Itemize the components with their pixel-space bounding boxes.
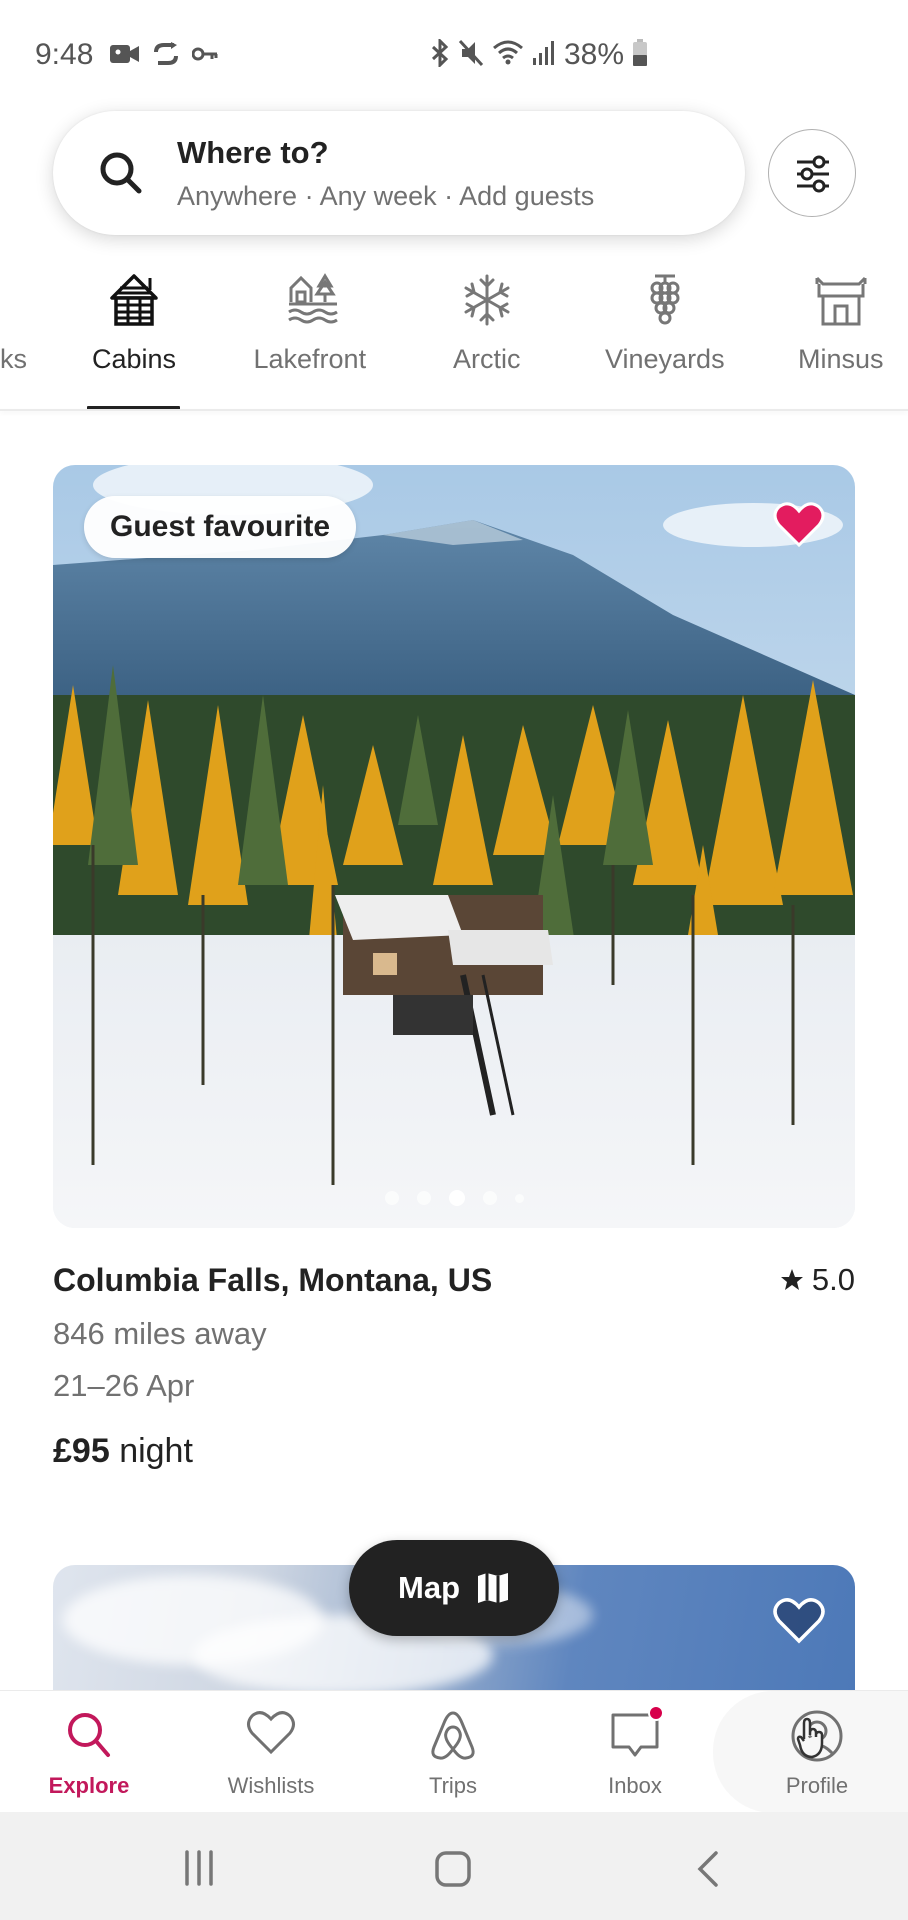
status-bar: 9:48 38% (0, 0, 908, 95)
signal-icon (532, 40, 556, 71)
notification-badge (648, 1705, 664, 1721)
price-unit: night (119, 1432, 193, 1470)
key-icon (191, 45, 218, 68)
lakefront-icon (288, 273, 338, 324)
guest-favourite-badge: Guest favourite (84, 496, 357, 558)
category-label: Minsus (798, 344, 884, 374)
system-navigation-bar (0, 1812, 908, 1920)
battery-percent: 38% (564, 38, 625, 71)
listing-distance: 846 miles away (53, 1316, 267, 1351)
status-time: 9:48 (35, 38, 94, 71)
home-icon[interactable] (434, 1850, 472, 1888)
filters-button[interactable] (768, 129, 856, 217)
nav-label: Inbox (608, 1773, 662, 1798)
nav-label: Profile (785, 1773, 849, 1798)
airbnb-logo-icon (431, 1711, 475, 1760)
map-button-label: Map (398, 1570, 460, 1605)
category-label: Vineyards (605, 344, 725, 374)
listing-photo[interactable]: Guest favourite (53, 465, 855, 1228)
listing-dates: 21–26 Apr (53, 1368, 195, 1403)
category-label: ks (0, 344, 27, 374)
pagination-dot (384, 1191, 399, 1205)
search-subtitle: Anywhere · Any week · Add guests (177, 181, 595, 211)
bottom-navigation: Explore Wishlists Trips Inbox Profile (0, 1690, 908, 1813)
divider (0, 409, 908, 411)
nav-wishlists[interactable]: Wishlists (196, 1691, 346, 1813)
map-icon (478, 1573, 508, 1603)
nav-profile[interactable]: Profile (742, 1691, 892, 1813)
pagination-dot (482, 1191, 497, 1205)
star-icon (780, 1269, 803, 1290)
battery-icon (632, 38, 648, 72)
sync-icon (152, 42, 180, 71)
bluetooth-icon (430, 36, 450, 72)
wifi-icon (492, 39, 524, 72)
heart-icon (247, 1711, 295, 1755)
filters-icon (797, 155, 829, 193)
mute-icon (458, 39, 484, 72)
category-label: Cabins (92, 344, 177, 374)
pagination-dot-active (448, 1190, 465, 1206)
nav-inbox[interactable]: Inbox (560, 1691, 710, 1813)
listing-rating: 5.0 (780, 1262, 855, 1298)
nav-label: Trips (428, 1773, 478, 1798)
search-title: Where to? (177, 135, 329, 170)
search-icon (100, 152, 142, 194)
map-button[interactable]: Map (349, 1540, 559, 1636)
heart-filled-icon[interactable] (773, 501, 825, 549)
minsu-house-icon (815, 276, 867, 326)
pagination-dot (416, 1191, 431, 1205)
pagination-dot (514, 1193, 524, 1203)
search-icon (68, 1713, 110, 1757)
grapes-icon (650, 274, 680, 325)
rating-value: 5.0 (811, 1262, 855, 1297)
cabin-icon (110, 274, 158, 326)
heart-outline-icon[interactable] (773, 1597, 825, 1645)
category-bar: ks Cabins Lakefront Arctic Vineyards Min… (0, 262, 908, 410)
listing-photo-image (53, 465, 855, 1228)
video-camera-icon (110, 43, 140, 70)
snowflake-icon (464, 274, 510, 326)
search-bar[interactable]: Where to? Anywhere · Any week · Add gues… (53, 111, 745, 235)
nav-trips[interactable]: Trips (378, 1691, 528, 1813)
photo-pagination (53, 1190, 855, 1206)
listing-price: £95 night (53, 1432, 193, 1471)
nav-explore[interactable]: Explore (14, 1691, 164, 1813)
category-label: Lakefront (253, 344, 367, 374)
listing-title[interactable]: Columbia Falls, Montana, US (53, 1262, 492, 1299)
category-label: Arctic (453, 344, 521, 374)
recent-apps-icon[interactable] (181, 1850, 217, 1886)
back-icon[interactable] (694, 1850, 722, 1888)
nav-label: Wishlists (227, 1773, 315, 1798)
profile-icon (791, 1710, 843, 1762)
price-amount: £95 (53, 1432, 110, 1470)
nav-label: Explore (48, 1773, 130, 1798)
